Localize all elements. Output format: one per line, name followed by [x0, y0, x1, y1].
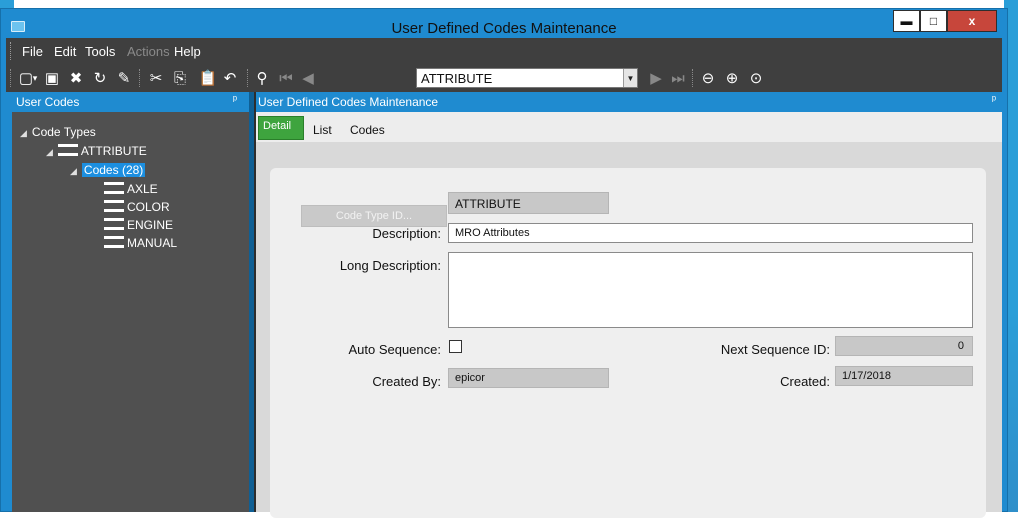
- tree-node-label: MANUAL: [127, 236, 178, 250]
- folder-icon: [104, 218, 124, 230]
- expand-icon[interactable]: ◢: [20, 128, 27, 139]
- tree-node-code-types[interactable]: ◢ Code Types: [20, 125, 96, 139]
- tree-node-label: ATTRIBUTE: [80, 144, 147, 158]
- minimize-icon: ▬: [900, 14, 913, 28]
- toolbar-separator: [692, 69, 693, 87]
- maintenance-title: User Defined Codes Maintenance: [258, 95, 439, 109]
- expand-icon[interactable]: ◢: [70, 166, 77, 177]
- undo-icon[interactable]: ↶: [220, 67, 240, 89]
- back-icon[interactable]: ⊖: [698, 67, 718, 89]
- record-navigator-combo[interactable]: ATTRIBUTE ▼: [416, 68, 638, 88]
- user-codes-title: User Codes: [16, 95, 80, 109]
- tree-node-code[interactable]: ENGINE: [104, 218, 173, 232]
- created-label: Created:: [780, 374, 830, 389]
- tree-node-label: AXLE: [127, 182, 158, 196]
- maintenance-header: User Defined Codes Maintenance ᵖ: [256, 92, 1002, 112]
- description-field[interactable]: MRO Attributes: [448, 223, 973, 243]
- next-sequence-field[interactable]: 0: [835, 336, 973, 356]
- copy-icon[interactable]: ⎘: [170, 67, 190, 89]
- forward-icon[interactable]: ⊕: [722, 67, 742, 89]
- expand-icon[interactable]: ◢: [46, 147, 53, 158]
- maintenance-pane: User Defined Codes Maintenance ᵖ Detail …: [256, 92, 1002, 518]
- folder-icon: [57, 144, 78, 156]
- toolbar-separator: [247, 69, 248, 87]
- menu-grip[interactable]: [10, 42, 12, 60]
- tab-list[interactable]: List: [313, 123, 332, 137]
- tree-node-attribute[interactable]: ◢ ATTRIBUTE: [46, 144, 147, 158]
- tree-node-code[interactable]: COLOR: [104, 200, 170, 214]
- code-type-id-button[interactable]: Code Type ID...: [301, 205, 447, 227]
- window-title: User Defined Codes Maintenance: [391, 20, 617, 37]
- long-description-field[interactable]: [448, 252, 973, 328]
- home-icon[interactable]: ⊙: [746, 67, 766, 89]
- tree-node-code[interactable]: AXLE: [104, 182, 158, 196]
- next-icon[interactable]: ▶: [646, 67, 666, 89]
- long-description-label: Long Description:: [339, 258, 441, 273]
- tree-node-code[interactable]: MANUAL: [104, 236, 177, 250]
- menu-bar: File Edit Tools Actions Help: [6, 38, 1002, 64]
- user-codes-header: User Codes ᵖ: [12, 92, 249, 112]
- refresh-icon[interactable]: ↻: [90, 67, 110, 89]
- tab-strip: Detail List Codes: [256, 112, 1002, 142]
- auto-sequence-label: Auto Sequence:: [348, 342, 441, 357]
- user-codes-pane: User Codes ᵖ ◢ Code Types ◢ ATTRIBUTE ◢ Cod…: [12, 92, 249, 512]
- next-sequence-label: Next Sequence ID:: [720, 342, 830, 357]
- search-icon[interactable]: ⚲: [252, 67, 272, 89]
- clear-icon[interactable]: ✎: [114, 67, 134, 89]
- pin-icon[interactable]: ᵖ: [992, 94, 996, 106]
- created-by-label: Created By:: [372, 374, 441, 389]
- folder-icon: [104, 200, 124, 212]
- close-icon: x: [968, 14, 976, 28]
- cut-icon[interactable]: ✂: [146, 67, 166, 89]
- maximize-icon: □: [929, 14, 938, 28]
- pane-splitter-edge[interactable]: [249, 92, 254, 512]
- menu-actions: Actions: [127, 44, 170, 59]
- menu-edit[interactable]: Edit: [54, 44, 76, 59]
- code-type-id-field[interactable]: ATTRIBUTE: [448, 192, 609, 214]
- toolbar-grip[interactable]: [10, 69, 11, 87]
- description-label: Description:: [372, 226, 441, 241]
- previous-icon[interactable]: ◀: [298, 67, 318, 89]
- tree-node-label: Code Types: [31, 125, 96, 139]
- first-icon[interactable]: ⏮: [276, 67, 296, 89]
- folder-icon: [104, 182, 124, 194]
- menu-tools[interactable]: Tools: [85, 44, 115, 59]
- delete-icon[interactable]: ✖: [66, 67, 86, 89]
- save-icon[interactable]: ▣: [42, 67, 62, 89]
- tab-codes[interactable]: Codes: [350, 123, 385, 137]
- folder-icon: [104, 236, 124, 248]
- last-icon[interactable]: ⏭: [668, 67, 688, 89]
- maximize-button[interactable]: □: [920, 10, 947, 32]
- tree-node-label: ENGINE: [127, 218, 174, 232]
- menu-file[interactable]: File: [22, 44, 43, 59]
- created-by-field[interactable]: epicor: [448, 368, 609, 388]
- record-navigator-value: ATTRIBUTE: [421, 71, 493, 86]
- tree-node-codes[interactable]: ◢ Codes (28): [70, 163, 146, 177]
- new-dropdown-icon[interactable]: ▾: [30, 67, 40, 89]
- toolbar: ▢ ▾ ▣ ✖ ↻ ✎ ✂ ⎘ 📋 ↶ ⚲ ⏮ ◀ ATTRIBUTE ▼ ▶ …: [6, 64, 1002, 92]
- auto-sequence-checkbox[interactable]: [449, 340, 462, 353]
- chevron-down-icon[interactable]: ▼: [623, 69, 637, 87]
- created-date-field[interactable]: 1/17/2018: [835, 366, 973, 386]
- pin-icon[interactable]: ᵖ: [233, 94, 237, 106]
- tree-node-label: Codes (28): [81, 163, 146, 177]
- toolbar-separator: [139, 69, 140, 87]
- close-button[interactable]: x: [947, 10, 997, 32]
- minimize-button[interactable]: ▬: [893, 10, 920, 32]
- tab-detail[interactable]: Detail: [258, 116, 304, 140]
- paste-icon[interactable]: 📋: [198, 67, 218, 89]
- tree-node-label: COLOR: [127, 200, 170, 214]
- menu-help[interactable]: Help: [174, 44, 201, 59]
